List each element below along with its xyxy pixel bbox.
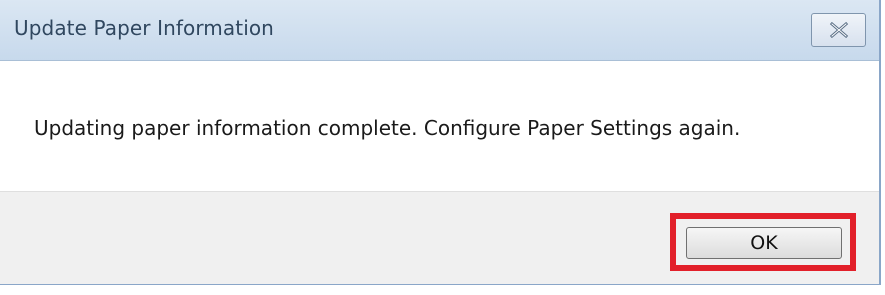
close-icon xyxy=(829,22,849,38)
button-bar: OK xyxy=(0,191,879,284)
message-area: Updating paper information complete. Con… xyxy=(0,61,879,191)
message-text: Updating paper information complete. Con… xyxy=(34,116,741,140)
title-bar[interactable]: Update Paper Information xyxy=(0,0,879,61)
dialog-title: Update Paper Information xyxy=(14,16,274,40)
ok-button[interactable]: OK xyxy=(686,227,842,259)
close-button[interactable] xyxy=(811,13,866,47)
update-paper-information-dialog: Update Paper Information Updating paper … xyxy=(0,0,881,285)
